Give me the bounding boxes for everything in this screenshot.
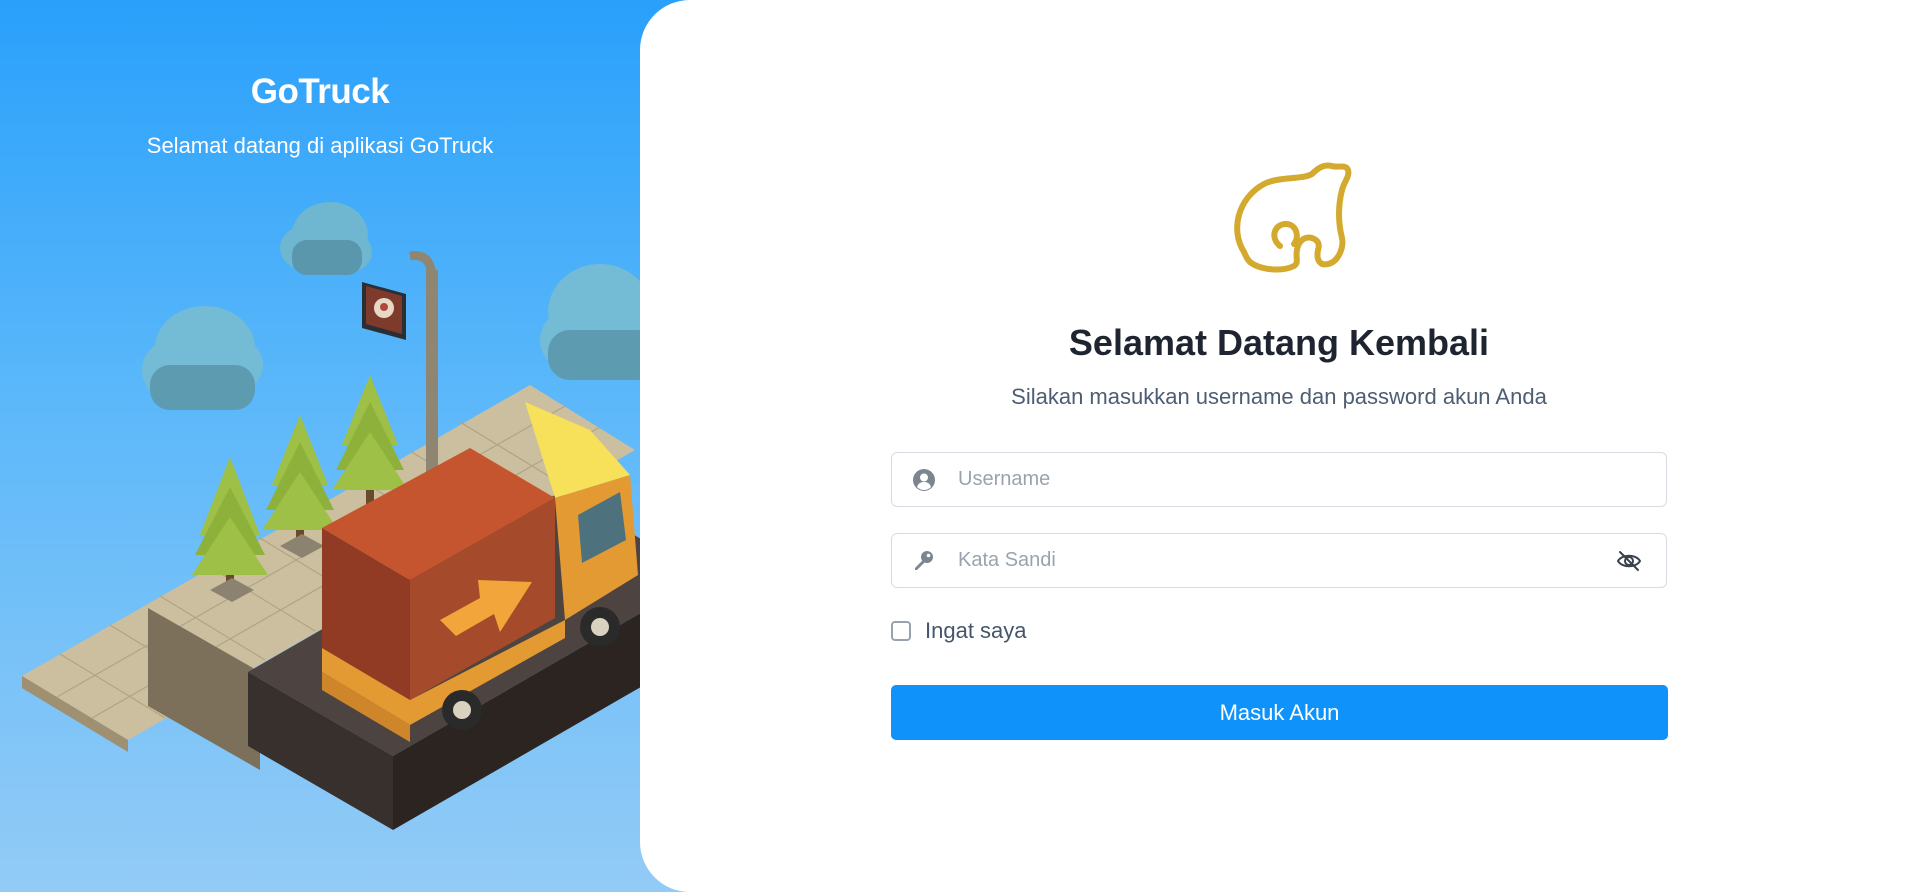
app-title: GoTruck: [250, 72, 390, 111]
username-field[interactable]: [891, 452, 1667, 507]
eye-slash-icon[interactable]: [1616, 549, 1642, 573]
remember-me-checkbox[interactable]: [891, 621, 911, 641]
bear-logo-icon: [1234, 162, 1352, 273]
password-input[interactable]: [958, 534, 1598, 587]
login-button[interactable]: Masuk Akun: [891, 685, 1668, 740]
user-circle-icon: [913, 469, 935, 491]
cloud-left: [142, 306, 263, 410]
cloud-small: [280, 202, 372, 275]
username-input[interactable]: [958, 453, 1598, 506]
key-icon: [915, 551, 933, 570]
login-card: Selamat Datang Kembali Silakan masukkan …: [640, 0, 1920, 892]
app-welcome-text: Selamat datang di aplikasi GoTruck: [146, 133, 494, 158]
login-page: GoTruck Selamat datang di aplikasi GoTru…: [0, 0, 1920, 892]
password-field[interactable]: [891, 533, 1667, 588]
truck-illustration: [22, 202, 705, 830]
login-subtitle: Silakan masukkan username dan password a…: [1011, 384, 1547, 409]
remember-me-label[interactable]: Ingat saya: [925, 618, 1027, 644]
remember-me: Ingat saya: [891, 617, 1027, 645]
login-title: Selamat Datang Kembali: [1068, 322, 1490, 363]
hero-panel: GoTruck Selamat datang di aplikasi GoTru…: [0, 0, 705, 892]
